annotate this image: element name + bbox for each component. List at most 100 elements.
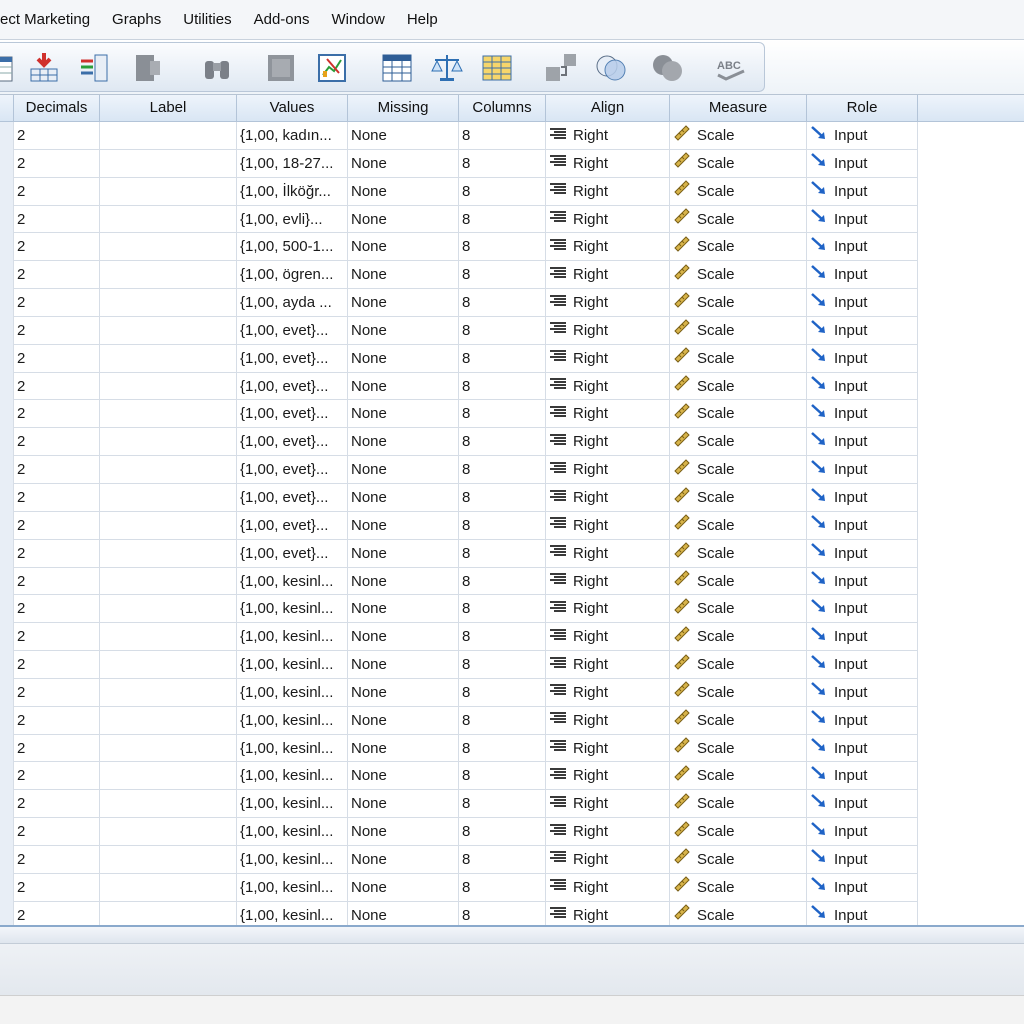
values-cell[interactable]: {1,00, kesinl... [237, 651, 348, 679]
role-cell[interactable]: Input [807, 289, 918, 317]
row-number-cell[interactable] [0, 511, 14, 540]
missing-cell[interactable]: None [348, 706, 459, 735]
measure-cell[interactable]: Scale [670, 539, 807, 568]
measure-cell[interactable]: Scale [670, 400, 807, 429]
decimals-cell[interactable]: 2 [14, 678, 100, 707]
columns-cell[interactable]: 8 [459, 539, 546, 568]
label-cell[interactable] [100, 818, 237, 846]
align-cell[interactable]: Right [546, 595, 670, 624]
values-cell[interactable]: {1,00, kesinl... [237, 762, 348, 791]
weight-cases-icon[interactable] [428, 49, 466, 87]
columns-cell[interactable]: 8 [459, 790, 546, 819]
label-cell[interactable] [100, 762, 237, 791]
values-cell[interactable]: {1,00, evet}... [237, 428, 348, 457]
role-cell[interactable]: Input [807, 678, 918, 707]
measure-cell[interactable]: Scale [670, 595, 807, 624]
align-cell[interactable]: Right [546, 539, 670, 568]
columns-cell[interactable]: 8 [459, 762, 546, 791]
missing-cell[interactable]: None [348, 678, 459, 707]
split-file-icon[interactable] [128, 49, 166, 87]
missing-cell[interactable]: None [348, 261, 459, 290]
menu-add-ons[interactable]: Add-ons [243, 11, 321, 28]
align-cell[interactable]: Right [546, 122, 670, 150]
select-cases-icon[interactable] [262, 49, 300, 87]
role-cell[interactable]: Input [807, 261, 918, 290]
label-cell[interactable] [100, 177, 237, 206]
row-number-cell[interactable] [0, 344, 14, 373]
measure-cell[interactable]: Scale [670, 205, 807, 234]
menu-utilities[interactable]: Utilities [172, 11, 242, 28]
label-cell[interactable] [100, 289, 237, 317]
role-cell[interactable]: Input [807, 372, 918, 401]
align-cell[interactable]: Right [546, 762, 670, 791]
menu-window[interactable]: Window [320, 11, 395, 28]
row-number-cell[interactable] [0, 762, 14, 791]
missing-cell[interactable]: None [348, 483, 459, 512]
row-number-cell[interactable] [0, 372, 14, 401]
measure-cell[interactable]: Scale [670, 706, 807, 735]
columns-cell[interactable]: 8 [459, 205, 546, 234]
label-cell[interactable] [100, 595, 237, 624]
header-role[interactable]: Role [807, 95, 918, 122]
columns-cell[interactable]: 8 [459, 845, 546, 874]
label-cell[interactable] [100, 706, 237, 735]
missing-cell[interactable]: None [348, 428, 459, 457]
align-cell[interactable]: Right [546, 456, 670, 484]
label-cell[interactable] [100, 372, 237, 401]
row-number-cell[interactable] [0, 400, 14, 429]
label-cell[interactable] [100, 873, 237, 902]
role-cell[interactable]: Input [807, 233, 918, 262]
role-cell[interactable]: Input [807, 177, 918, 206]
measure-cell[interactable]: Scale [670, 456, 807, 484]
label-cell[interactable] [100, 233, 237, 262]
columns-cell[interactable]: 8 [459, 567, 546, 596]
columns-cell[interactable]: 8 [459, 483, 546, 512]
decimals-cell[interactable]: 2 [14, 651, 100, 679]
values-cell[interactable]: {1,00, kesinl... [237, 873, 348, 902]
decimals-cell[interactable]: 2 [14, 595, 100, 624]
missing-cell[interactable]: None [348, 873, 459, 902]
label-cell[interactable] [100, 539, 237, 568]
row-number-cell[interactable] [0, 734, 14, 763]
columns-cell[interactable]: 8 [459, 456, 546, 484]
decimals-cell[interactable]: 2 [14, 289, 100, 317]
values-cell[interactable]: {1,00, evli}... [237, 205, 348, 234]
measure-cell[interactable]: Scale [670, 790, 807, 819]
header-values[interactable]: Values [237, 95, 348, 122]
decimals-cell[interactable]: 2 [14, 261, 100, 290]
values-cell[interactable]: {1,00, evet}... [237, 456, 348, 484]
values-cell[interactable]: {1,00, kesinl... [237, 818, 348, 846]
values-cell[interactable]: {1,00, evet}... [237, 400, 348, 429]
header-decimals[interactable]: Decimals [14, 95, 100, 122]
values-cell[interactable]: {1,00, kesinl... [237, 567, 348, 596]
values-cell[interactable]: {1,00, evet}... [237, 344, 348, 373]
show-all-variables-icon[interactable] [542, 49, 580, 87]
missing-cell[interactable]: None [348, 205, 459, 234]
align-cell[interactable]: Right [546, 623, 670, 652]
decimals-cell[interactable]: 2 [14, 818, 100, 846]
decimals-cell[interactable]: 2 [14, 233, 100, 262]
missing-cell[interactable]: None [348, 623, 459, 652]
role-cell[interactable]: Input [807, 706, 918, 735]
align-cell[interactable]: Right [546, 706, 670, 735]
missing-cell[interactable]: None [348, 289, 459, 317]
use-sets-icon[interactable] [478, 49, 516, 87]
role-cell[interactable]: Input [807, 734, 918, 763]
align-cell[interactable]: Right [546, 289, 670, 317]
columns-cell[interactable]: 8 [459, 595, 546, 624]
label-cell[interactable] [100, 344, 237, 373]
decimals-cell[interactable]: 2 [14, 344, 100, 373]
align-cell[interactable]: Right [546, 316, 670, 345]
missing-cell[interactable]: None [348, 149, 459, 178]
measure-cell[interactable]: Scale [670, 316, 807, 345]
row-number-cell[interactable] [0, 595, 14, 624]
missing-cell[interactable]: None [348, 456, 459, 484]
align-cell[interactable]: Right [546, 734, 670, 763]
measure-cell[interactable]: Scale [670, 845, 807, 874]
values-cell[interactable]: {1,00, kesinl... [237, 623, 348, 652]
decimals-cell[interactable]: 2 [14, 483, 100, 512]
align-cell[interactable]: Right [546, 901, 670, 925]
columns-cell[interactable]: 8 [459, 428, 546, 457]
row-number-cell[interactable] [0, 845, 14, 874]
align-cell[interactable]: Right [546, 400, 670, 429]
